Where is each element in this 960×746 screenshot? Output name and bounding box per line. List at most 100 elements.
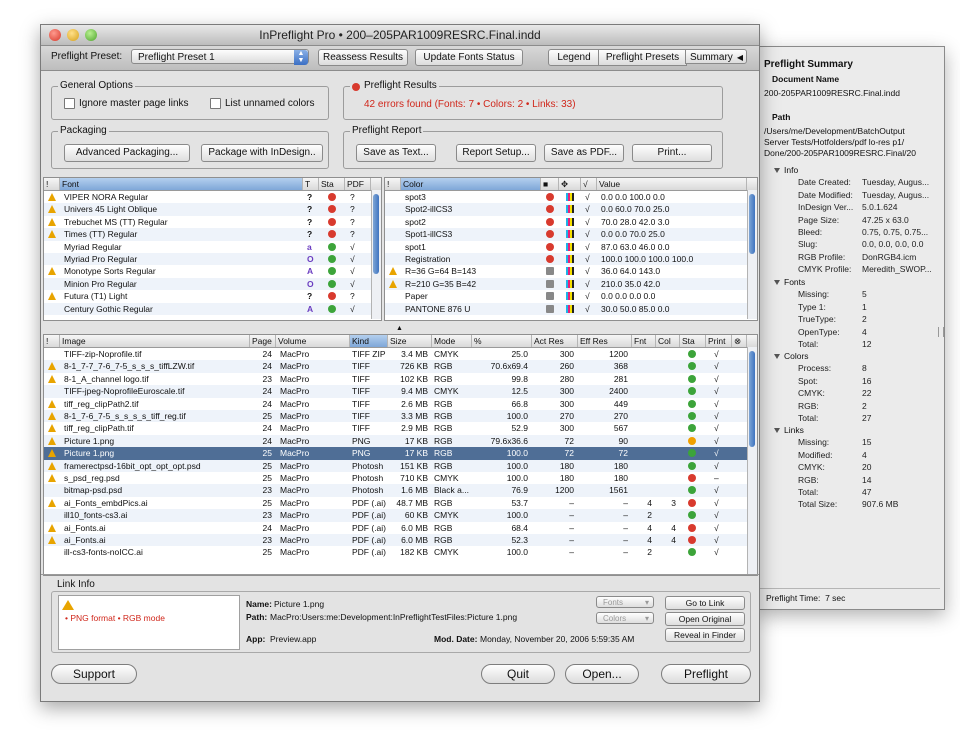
image-row[interactable]: ai_Fonts_embdPics.ai 25 MacPro PDF (.ai) 48.… xyxy=(44,496,747,510)
preflight-button[interactable]: Preflight xyxy=(661,664,751,684)
image-row[interactable]: tiff_reg_clipPath.tif 24 MacPro TIFF 2.9 MB R… xyxy=(44,422,747,435)
report-setup-button[interactable]: Report Setup... xyxy=(456,144,536,162)
fonts-popup[interactable]: Fonts ▾ xyxy=(596,596,654,608)
disclosure-triangle-icon[interactable] xyxy=(774,168,780,174)
support-button[interactable]: Support xyxy=(51,664,137,684)
list-unnamed-checkbox[interactable]: List unnamed colors xyxy=(210,98,315,109)
colors-col-type[interactable]: ✥ xyxy=(559,178,581,190)
images-col-image[interactable]: Image xyxy=(60,335,250,347)
images-col-act-res[interactable]: Act Res xyxy=(532,335,578,347)
save-as-text-button[interactable]: Save as Text... xyxy=(356,144,436,162)
fonts-scroll-thumb[interactable] xyxy=(373,194,379,274)
colors-scroll-thumb[interactable] xyxy=(749,194,755,254)
image-row[interactable]: s_psd_reg.psd 25 MacPro Photosh 710 KB CMYK 10… xyxy=(44,472,747,485)
images-col-status[interactable]: Sta xyxy=(680,335,706,347)
image-row[interactable]: tiff_reg_clipPath2.tif 24 MacPro TIFF 2.6 MB… xyxy=(44,397,747,410)
color-row[interactable]: Paper √ 0.0 0.0 0.0 0.0 xyxy=(385,290,747,303)
images-col-warning[interactable]: ! xyxy=(44,335,60,347)
go-to-link-button[interactable]: Go to Link xyxy=(665,596,745,610)
summary-section-links[interactable]: Links xyxy=(774,425,804,435)
color-row[interactable]: spot1 √ 87.0 63.0 46.0 0.0 xyxy=(385,240,747,253)
font-row[interactable]: Futura (T1) Light?? xyxy=(44,290,371,303)
disclosure-triangle-icon[interactable] xyxy=(774,428,780,434)
color-row[interactable]: Spot2-illCS3 √ 0.0 60.0 70.0 25.0 xyxy=(385,203,747,216)
reveal-in-finder-button[interactable]: Reveal in Finder xyxy=(665,628,745,642)
image-row-selected[interactable]: Picture 1.png 25 MacPro PNG 17 KB RGB 100.0 72 7… xyxy=(44,447,747,460)
color-row[interactable]: R=36 G=64 B=143 √ 36.0 64.0 143.0 xyxy=(385,265,747,278)
color-row[interactable]: PANTONE 876 U √ 30.0 50.0 85.0 0.0 xyxy=(385,302,747,315)
images-col-print[interactable]: Print xyxy=(706,335,732,347)
color-row[interactable]: Registration √ 100.0 100.0 100.0 100.0 xyxy=(385,253,747,266)
resize-grip[interactable] xyxy=(938,327,944,337)
image-row[interactable]: ai_Fonts.ai 23 MacPro PDF (.ai) 6.0 MB RGB 52.… xyxy=(44,534,747,547)
package-with-indesign-button[interactable]: Package with InDesign.. xyxy=(201,144,323,162)
images-col-kind[interactable]: Kind xyxy=(350,335,388,347)
image-row[interactable]: ai_Fonts.ai 24 MacPro PDF (.ai) 6.0 MB RGB 68.… xyxy=(44,521,747,534)
font-row[interactable]: VIPER NORA Regular?? xyxy=(44,191,371,204)
font-row[interactable]: Century Gothic Regular A √ xyxy=(44,302,371,315)
colors-popup[interactable]: Colors ▾ xyxy=(596,612,654,624)
images-scrollbar[interactable] xyxy=(747,347,757,574)
colors-scrollbar[interactable] xyxy=(747,190,757,319)
image-row[interactable]: 8-1_7-6_7-5_s_s_s_s_tiff_reg.tif 25 MacPro… xyxy=(44,410,747,423)
fonts-col-pdf[interactable]: PDF xyxy=(345,178,371,190)
colors-col-color[interactable]: Color xyxy=(401,178,541,190)
images-col-percent[interactable]: % xyxy=(472,335,532,347)
image-row[interactable]: bitmap-psd.psd 23 MacPro Photosh 1.6 MB Black… xyxy=(44,484,747,497)
images-col-colors[interactable]: Col xyxy=(656,335,680,347)
splitter-icon[interactable]: ▲ xyxy=(396,325,403,332)
update-fonts-status-button[interactable]: Update Fonts Status xyxy=(415,49,523,66)
image-row[interactable]: framerectpsd-16bit_opt_opt_opt.psd 25 MacP… xyxy=(44,459,747,472)
legend-button[interactable]: Legend xyxy=(548,49,600,66)
image-row[interactable]: Picture 1.png 24 MacPro PNG 17 KB RGB 79.6x36.… xyxy=(44,434,747,448)
images-col-mode[interactable]: Mode xyxy=(432,335,472,347)
colors-col-warning[interactable]: ! xyxy=(385,178,401,190)
fonts-col-status[interactable]: Sta xyxy=(319,178,345,190)
image-row[interactable]: 8-1_7-7_7-6_7-5_s_s_s_tiffLZW.tif 24 MacPr… xyxy=(44,360,747,373)
fonts-col-warning[interactable]: ! xyxy=(44,178,60,190)
images-col-fonts[interactable]: Fnt xyxy=(632,335,656,347)
images-scroll-thumb[interactable] xyxy=(749,351,755,447)
open-original-button[interactable]: Open Original xyxy=(665,612,745,626)
reassess-results-button[interactable]: Reassess Results xyxy=(318,49,408,66)
summary-section-info[interactable]: Info xyxy=(774,165,798,175)
color-row[interactable]: spot2 √ 70.0 28.0 42.0 3.0 xyxy=(385,215,747,229)
print-button[interactable]: Print... xyxy=(632,144,712,162)
quit-button[interactable]: Quit xyxy=(481,664,555,684)
images-col-options[interactable]: ⊗ xyxy=(732,335,747,347)
images-col-eff-res[interactable]: Eff Res xyxy=(578,335,632,347)
font-row[interactable]: Univers 45 Light Oblique?? xyxy=(44,203,371,216)
color-row[interactable]: Spot1-illCS3 √ 0.0 0.0 70.0 25.0 xyxy=(385,228,747,241)
font-row[interactable]: Trebuchet MS (TT) Regular?? xyxy=(44,215,371,229)
fonts-col-type[interactable]: T xyxy=(303,178,319,190)
colors-col-ok[interactable]: √ xyxy=(581,178,597,190)
open-button[interactable]: Open... xyxy=(565,664,639,684)
fonts-scrollbar[interactable] xyxy=(371,190,381,319)
font-row[interactable]: Myriad Pro Regular O √ xyxy=(44,253,371,266)
color-row[interactable]: spot3 √ 0.0 0.0 100.0 0.0 xyxy=(385,191,747,204)
summary-section-colors[interactable]: Colors xyxy=(774,351,809,361)
colors-col-swatch[interactable]: ■ xyxy=(541,178,559,190)
font-row[interactable]: Minion Pro Regular O √ xyxy=(44,277,371,291)
images-col-volume[interactable]: Volume xyxy=(276,335,350,347)
color-row[interactable]: R=210 G=35 B=42 √ 210.0 35.0 42.0 xyxy=(385,277,747,291)
summary-section-fonts[interactable]: Fonts xyxy=(774,277,805,287)
image-row[interactable]: TIFF-jpeg-NoprofileEuroscale.tif 24 MacPro… xyxy=(44,385,747,398)
font-row[interactable]: Monotype Sorts Regular A √ xyxy=(44,265,371,278)
preset-select[interactable]: Preflight Preset 1 ▲ ▼ xyxy=(131,49,309,65)
image-row[interactable]: 8-1_A_channel logo.tif 23 MacPro TIFF 102 KB… xyxy=(44,372,747,386)
summary-button[interactable]: Summary ◀ xyxy=(685,49,747,64)
fonts-col-font[interactable]: Font xyxy=(60,178,303,190)
disclosure-triangle-icon[interactable] xyxy=(774,280,780,286)
save-as-pdf-button[interactable]: Save as PDF... xyxy=(544,144,624,162)
preflight-presets-button[interactable]: Preflight Presets xyxy=(598,49,687,66)
font-row[interactable]: Myriad Regular a √ xyxy=(44,240,371,253)
advanced-packaging-button[interactable]: Advanced Packaging... xyxy=(64,144,190,162)
image-row[interactable]: TIFF-zip-Noprofile.tif 24 MacPro TIFF ZIP 3.… xyxy=(44,348,747,361)
image-row[interactable]: ill10_fonts-cs3.ai 23 MacPro PDF (.ai) 60 KB… xyxy=(44,509,747,522)
font-row[interactable]: Times (TT) Regular?? xyxy=(44,228,371,241)
ignore-master-checkbox[interactable]: Ignore master page links xyxy=(64,98,189,109)
colors-col-value[interactable]: Value xyxy=(597,178,747,190)
image-row[interactable]: ill-cs3-fonts-noICC.ai 25 MacPro PDF (.ai) 1… xyxy=(44,546,747,559)
images-col-size[interactable]: Size xyxy=(388,335,432,347)
